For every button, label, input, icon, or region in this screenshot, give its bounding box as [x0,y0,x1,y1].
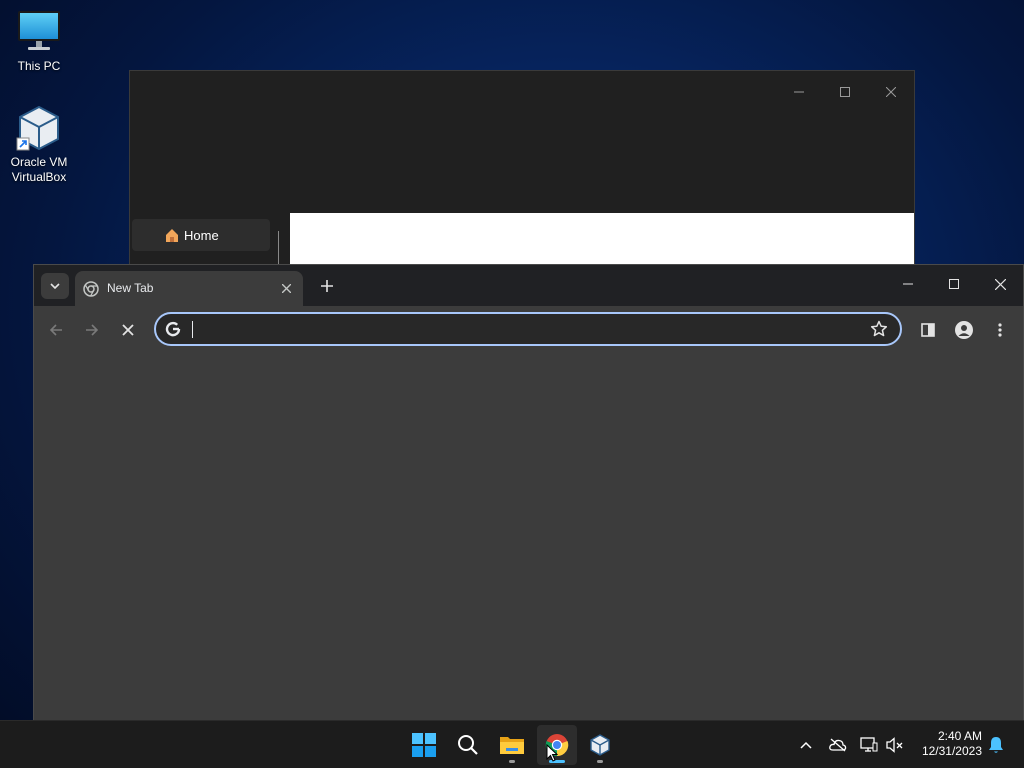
tab-search-button[interactable] [41,273,69,299]
address-input[interactable] [190,318,830,340]
network-icon [860,737,878,752]
chevron-up-icon [800,741,812,749]
taskbar: 2:40 AM 12/31/2023 [0,720,1024,768]
clock-date: 12/31/2023 [921,744,982,758]
windows-start-icon [412,733,436,757]
close-icon [281,283,291,293]
back-button[interactable] [42,316,70,344]
close-icon [994,278,1006,290]
tab-title: New Tab [107,281,154,295]
volume-tray[interactable] [885,735,905,755]
explorer-window-controls [776,77,914,107]
chrome-window[interactable]: New Tab [33,264,1024,722]
taskbar-file-explorer[interactable] [492,725,532,765]
tab-close-button[interactable] [277,279,295,297]
more-vertical-icon [998,323,1002,337]
minimize-icon [794,91,804,93]
clock-time: 2:40 AM [937,729,982,743]
browser-toolbar [34,306,1023,352]
close-icon [886,87,896,97]
running-indicator [509,760,515,763]
chrome-favicon-icon [83,281,99,297]
maximize-button[interactable] [822,77,868,107]
monitor-icon [15,8,63,56]
profile-button[interactable] [950,316,978,344]
running-indicator [597,760,603,763]
desktop-icon-label-line2: VirtualBox [11,170,67,184]
address-bar[interactable] [154,312,902,346]
file-explorer-window[interactable]: Home [129,70,915,271]
close-button[interactable] [977,265,1023,303]
show-hidden-icons-button[interactable] [796,735,816,755]
system-clock[interactable]: 2:40 AM 12/31/2023 [922,729,982,759]
chevron-down-icon [50,283,60,289]
desktop-icon-label: This PC [17,59,61,73]
minimize-icon [903,283,913,285]
side-panel-icon [921,323,935,337]
nav-home-label: Home [184,228,219,243]
home-icon [166,229,178,242]
tab-new-tab[interactable]: New Tab [75,271,303,306]
desktop-icon-virtualbox[interactable]: Oracle VM VirtualBox [3,104,75,185]
maximize-button[interactable] [931,265,977,303]
page-content [34,352,1023,721]
maximize-icon [840,87,850,97]
start-button[interactable] [404,725,444,765]
desktop-icon-label-line1: Oracle VM [10,155,68,169]
close-icon [122,324,134,336]
bell-icon [989,737,1003,753]
new-tab-button[interactable] [314,273,340,299]
maximize-icon [949,279,959,289]
mouse-cursor-icon [546,744,558,762]
notifications-button[interactable] [986,735,1006,755]
menu-button[interactable] [986,316,1014,344]
cloud-offline-icon [829,738,847,752]
plus-icon [321,280,333,292]
profile-icon [955,321,973,339]
search-button[interactable] [448,725,488,765]
virtualbox-icon [590,734,610,756]
tab-strip: New Tab [34,265,1023,306]
text-cursor [192,321,193,338]
chrome-window-controls [885,265,1023,303]
arrow-left-icon [49,324,62,336]
close-button[interactable] [868,77,914,107]
forward-button[interactable] [78,316,106,344]
network-tray[interactable] [859,735,879,755]
bookmark-star-icon[interactable] [870,320,888,338]
side-panel-button[interactable] [914,316,942,344]
google-g-icon [165,321,181,337]
taskbar-virtualbox[interactable] [580,725,620,765]
search-icon [458,735,478,755]
minimize-button[interactable] [776,77,822,107]
speaker-muted-icon [886,737,903,753]
explorer-content-area [290,213,914,269]
file-explorer-icon [500,737,524,754]
stop-loading-button[interactable] [114,316,142,344]
onedrive-tray[interactable] [828,735,848,755]
minimize-button[interactable] [885,265,931,303]
desktop-icon-this-pc[interactable]: This PC [3,8,75,74]
virtualbox-icon [15,104,63,152]
arrow-right-icon [86,324,99,336]
